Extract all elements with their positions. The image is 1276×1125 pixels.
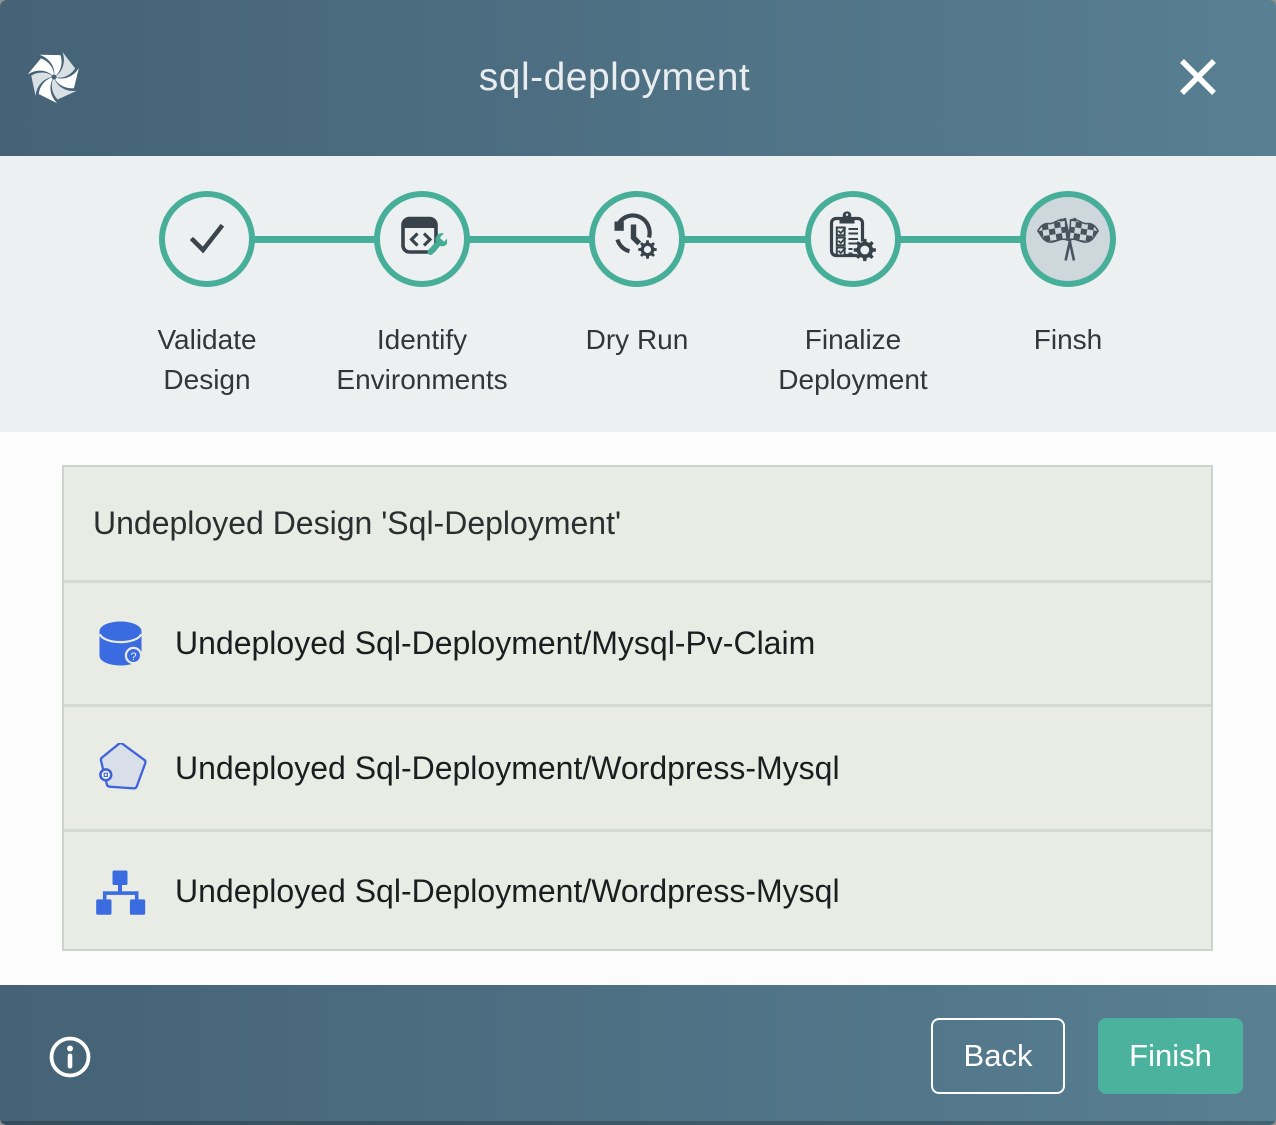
- svg-text:?: ?: [130, 651, 136, 663]
